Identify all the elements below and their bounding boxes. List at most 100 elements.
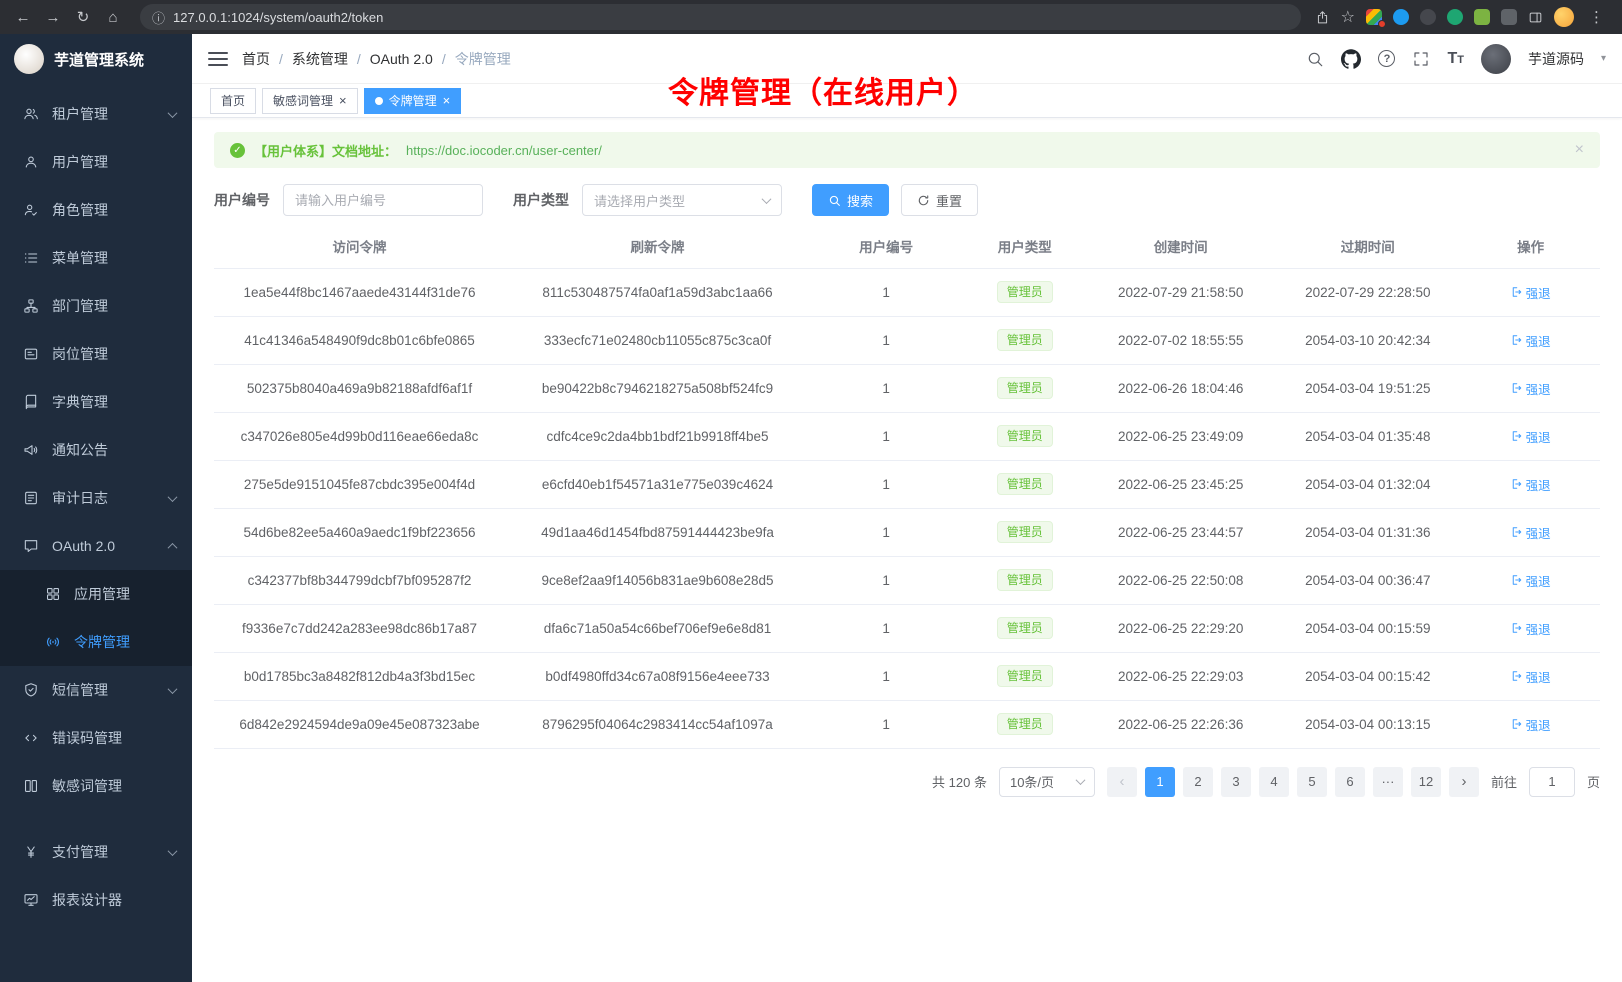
doc-link[interactable]: https://doc.iocoder.cn/user-center/ [406, 143, 602, 158]
refresh-token-cell: be90422b8c7946218275a508bf524fc9 [505, 364, 810, 412]
sidebar: 芋道管理系统 租户管理 用户管理 角色管理 菜单管理 部 [0, 34, 192, 982]
sidebar-item-sms-mgmt[interactable]: 短信管理 [0, 666, 192, 714]
sidebar-item-oauth2-token-mgmt[interactable]: 令牌管理 [0, 618, 192, 666]
user-type-badge: 管理员 [997, 281, 1053, 303]
sidebar-item-user-mgmt[interactable]: 用户管理 [0, 138, 192, 186]
access-token-cell: 41c41346a548490f9dc8b01c6bfe0865 [214, 316, 505, 364]
breadcrumb-oauth2[interactable]: OAuth 2.0 [370, 51, 433, 67]
address-bar[interactable]: ⓘ 127.0.0.1:1024/system/oauth2/token [140, 4, 1301, 30]
sidebar-item-sensitive-word-mgmt[interactable]: 敏感词管理 [0, 762, 192, 810]
force-logout-button[interactable]: 强退 [1511, 667, 1551, 686]
sensitive-word-icon [22, 778, 40, 794]
close-icon[interactable]: × [1575, 142, 1584, 158]
user-type-badge: 管理员 [997, 473, 1053, 495]
expire-time-cell: 2054-03-04 00:15:42 [1274, 652, 1461, 700]
page-size-select[interactable]: 10条/页 [999, 767, 1095, 797]
close-icon[interactable]: × [339, 94, 347, 107]
user-type-select[interactable]: 请选择用户类型 [582, 184, 782, 216]
bookmark-star-icon[interactable]: ☆ [1341, 7, 1355, 27]
force-logout-button[interactable]: 强退 [1511, 379, 1551, 398]
browser-back-button[interactable]: ← [10, 4, 36, 30]
browser-profile-avatar[interactable] [1554, 7, 1574, 27]
created-time-cell: 2022-06-26 18:04:46 [1087, 364, 1274, 412]
github-icon[interactable] [1341, 49, 1361, 69]
chevron-down-icon [168, 108, 178, 118]
tab-token-mgmt[interactable]: 令牌管理 × [364, 88, 462, 114]
user-type-cell: 管理员 [962, 604, 1087, 652]
font-size-icon[interactable]: TT [1447, 50, 1464, 68]
force-logout-button[interactable]: 强退 [1511, 523, 1551, 542]
search-button-label: 搜索 [847, 191, 873, 210]
prev-page-button[interactable]: ‹ [1107, 767, 1137, 797]
table-row: 54d6be82ee5a460a9aedc1f9bf223656 49d1aa4… [214, 508, 1600, 556]
table-row: 275e5de9151045fe87cbdc395e004f4d e6cfd40… [214, 460, 1600, 508]
search-icon[interactable] [1306, 50, 1324, 68]
browser-toolbar-icons: ☆ ⋮ [1315, 7, 1612, 27]
page-button[interactable]: 1 [1145, 767, 1175, 797]
page-buttons: ‹ 1 2 3 4 5 6 ··· 12 › [1107, 767, 1479, 797]
breadcrumb-system[interactable]: 系统管理 [292, 49, 348, 69]
extension-icon[interactable] [1420, 9, 1436, 25]
browser-home-button[interactable]: ⌂ [100, 4, 126, 30]
browser-refresh-button[interactable]: ↻ [70, 4, 96, 30]
page-button[interactable]: 3 [1221, 767, 1251, 797]
extensions-puzzle-icon[interactable] [1474, 9, 1490, 25]
tab-home[interactable]: 首页 [210, 88, 256, 114]
breadcrumb-home[interactable]: 首页 [242, 49, 270, 69]
force-logout-button[interactable]: 强退 [1511, 619, 1551, 638]
goto-page-input[interactable] [1529, 767, 1575, 797]
sidebar-item-label: 岗位管理 [52, 344, 176, 364]
sidebar-item-error-code-mgmt[interactable]: 错误码管理 [0, 714, 192, 762]
dict-book-icon [22, 394, 40, 410]
reset-button[interactable]: 重置 [901, 184, 978, 216]
page-button[interactable]: 5 [1297, 767, 1327, 797]
share-icon[interactable] [1315, 10, 1330, 25]
force-logout-button[interactable]: 强退 [1511, 331, 1551, 350]
site-info-icon[interactable]: ⓘ [152, 8, 165, 27]
tab-sensitive-word[interactable]: 敏感词管理 × [262, 88, 358, 114]
sidebar-item-report-designer[interactable]: 报表设计器 [0, 876, 192, 924]
sidebar-item-tenant-mgmt[interactable]: 租户管理 [0, 90, 192, 138]
page-button[interactable]: 2 [1183, 767, 1213, 797]
force-logout-button[interactable]: 强退 [1511, 427, 1551, 446]
user-type-badge: 管理员 [997, 329, 1053, 351]
sidebar-item-audit-log[interactable]: 审计日志 [0, 474, 192, 522]
sidebar-item-dict-mgmt[interactable]: 字典管理 [0, 378, 192, 426]
extension-icon[interactable] [1393, 9, 1409, 25]
close-icon[interactable]: × [443, 94, 451, 107]
app-logo[interactable]: 芋道管理系统 [0, 34, 192, 84]
user-id-input[interactable] [283, 184, 483, 216]
force-logout-button[interactable]: 强退 [1511, 475, 1551, 494]
sidebar-item-dept-mgmt[interactable]: 部门管理 [0, 282, 192, 330]
page-button[interactable]: 4 [1259, 767, 1289, 797]
force-logout-button[interactable]: 强退 [1511, 571, 1551, 590]
sidebar-collapse-icon[interactable] [208, 49, 228, 69]
sidebar-item-oauth2[interactable]: OAuth 2.0 [0, 522, 192, 570]
help-icon[interactable]: ? [1378, 50, 1395, 67]
extension-icon[interactable] [1366, 9, 1382, 25]
force-logout-button[interactable]: 强退 [1511, 715, 1551, 734]
doc-alert: ✓ 【用户体系】文档地址： https://doc.iocoder.cn/use… [214, 132, 1600, 168]
sidebar-item-role-mgmt[interactable]: 角色管理 [0, 186, 192, 234]
page-button[interactable]: 6 [1335, 767, 1365, 797]
browser-menu-icon[interactable]: ⋮ [1585, 8, 1608, 26]
fullscreen-icon[interactable] [1412, 50, 1430, 68]
extension-icon[interactable] [1447, 9, 1463, 25]
chevron-down-icon[interactable]: ▾ [1601, 53, 1606, 64]
search-button[interactable]: 搜索 [812, 184, 889, 216]
sidebar-item-notice-mgmt[interactable]: 通知公告 [0, 426, 192, 474]
username[interactable]: 芋道源码 [1528, 49, 1584, 69]
sidebar-item-post-mgmt[interactable]: 岗位管理 [0, 330, 192, 378]
expire-time-cell: 2054-03-04 00:15:59 [1274, 604, 1461, 652]
user-avatar[interactable] [1481, 44, 1511, 74]
page-ellipsis-button[interactable]: ··· [1373, 767, 1403, 797]
extensions-puzzle-icon[interactable] [1501, 9, 1517, 25]
sidebar-item-menu-mgmt[interactable]: 菜单管理 [0, 234, 192, 282]
force-logout-button[interactable]: 强退 [1511, 283, 1551, 302]
sidebar-item-pay-mgmt[interactable]: 支付管理 [0, 828, 192, 876]
page-button[interactable]: 12 [1411, 767, 1441, 797]
next-page-button[interactable]: › [1449, 767, 1479, 797]
browser-forward-button[interactable]: → [40, 4, 66, 30]
sidebar-item-oauth2-app-mgmt[interactable]: 应用管理 [0, 570, 192, 618]
side-panel-icon[interactable] [1528, 10, 1543, 25]
